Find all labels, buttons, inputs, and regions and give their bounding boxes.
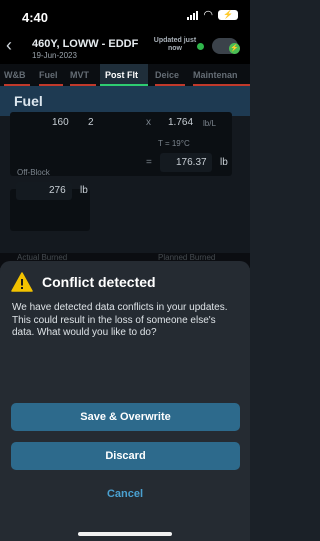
sync-badge-icon: ⚡: [229, 43, 240, 54]
tab-fuel[interactable]: Fuel: [39, 64, 63, 86]
discard-button[interactable]: Discard: [11, 442, 240, 470]
partial-value-b: 2: [88, 117, 94, 128]
updated-status: Updated just now: [153, 37, 197, 52]
home-indicator: [78, 532, 172, 536]
chevron-left-icon[interactable]: ‹: [6, 35, 12, 56]
tab-wb[interactable]: W&B: [4, 64, 30, 86]
result-unit: lb: [220, 157, 228, 168]
online-status-dot: [197, 43, 204, 50]
density-unit: lb/L: [203, 119, 216, 128]
offblock-unit: lb: [80, 185, 88, 196]
battery-charging-icon: ⚡: [218, 10, 238, 20]
flight-header: ‹ 460Y, LOWW - EDDF 19-Jun-2023 Updated …: [0, 30, 250, 64]
tab-label: Fuel: [39, 70, 58, 80]
multiply-sign: x: [146, 117, 151, 128]
offblock-value: 276: [49, 185, 66, 196]
signal-icon: [187, 10, 199, 20]
tab-maintenance[interactable]: Maintenan: [193, 64, 250, 86]
temperature-label: T = 19°C: [158, 139, 190, 148]
flight-date: 19-Jun-2023: [32, 51, 77, 60]
tab-label: Maintenan: [193, 70, 238, 80]
conflict-dialog: Conflict detected We have detected data …: [0, 261, 250, 541]
tab-bar: W&B Fuel MVT Post Flt Deice Maintenan: [0, 64, 250, 86]
warning-icon: [11, 272, 33, 292]
equals-sign: =: [146, 157, 152, 168]
section-title: Fuel: [14, 93, 43, 109]
fuel-content: 160 2 x 1.764 lb/L T = 19°C = 176.37 lb …: [0, 112, 250, 268]
status-time: 4:40: [22, 10, 49, 25]
offblock-label: Off-Block: [17, 168, 50, 177]
tab-mvt[interactable]: MVT: [70, 64, 96, 86]
result-value: 176.37: [176, 157, 207, 168]
status-icons: ◠ ⚡: [187, 9, 238, 21]
tab-label: MVT: [70, 70, 89, 80]
tab-deice[interactable]: Deice: [155, 64, 185, 86]
tab-label: W&B: [4, 70, 26, 80]
dialog-message: We have detected data conflicts in your …: [12, 302, 228, 338]
tab-label: Post Flt: [105, 70, 138, 80]
flight-title: 460Y, LOWW - EDDF: [32, 38, 139, 50]
tab-label: Deice: [155, 70, 180, 80]
dialog-title: Conflict detected: [42, 274, 156, 290]
save-overwrite-button[interactable]: Save & Overwrite: [11, 403, 240, 431]
tab-post-flt[interactable]: Post Flt: [100, 64, 148, 86]
status-bar: 4:40 ◠ ⚡: [0, 0, 250, 30]
wifi-icon: ◠: [203, 9, 213, 21]
cancel-button[interactable]: Cancel: [0, 488, 250, 500]
density-value: 1.764: [168, 117, 194, 128]
partial-value-a: 160: [52, 117, 69, 128]
